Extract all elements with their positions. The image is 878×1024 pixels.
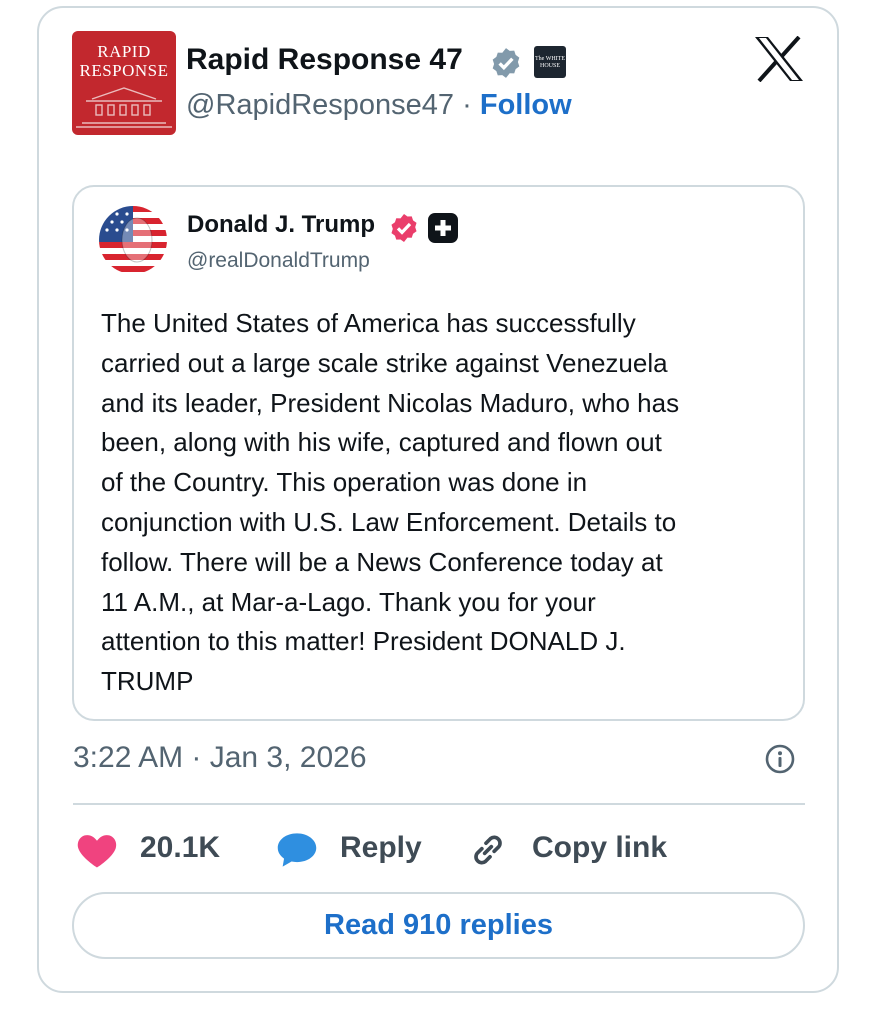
divider	[73, 803, 805, 805]
white-house-affiliation-badge[interactable]: The WHITE HOUSE	[534, 46, 566, 78]
info-icon[interactable]	[764, 743, 796, 775]
quoted-author-name[interactable]: Donald J. Trump	[187, 211, 375, 239]
read-replies-button[interactable]: Read 910 replies	[72, 892, 805, 959]
quoted-text-line: been, along with his wife, captured and …	[101, 427, 662, 458]
like-button[interactable]: 20.1K	[76, 826, 226, 872]
flag-portrait-image	[99, 206, 167, 274]
like-count: 20.1K	[140, 831, 221, 864]
follow-button[interactable]: Follow	[480, 89, 572, 121]
post-timestamp[interactable]: 3:22 AM · Jan 3, 2026	[73, 741, 367, 775]
author-handle[interactable]: @RapidResponse47	[186, 89, 454, 121]
heart-icon	[77, 835, 117, 868]
quoted-text-line: and its leader, President Nicolas Maduro…	[101, 387, 680, 418]
quoted-text-line: TRUMP	[101, 666, 194, 697]
quoted-text-line: conjunction with U.S. Law Enforcement. D…	[101, 506, 677, 537]
reply-button[interactable]: Reply	[276, 826, 426, 872]
quoted-author-avatar[interactable]	[99, 206, 167, 274]
white-house-illustration	[76, 87, 172, 128]
copy-link-button[interactable]: Copy link	[468, 826, 668, 872]
separator-dot: ·	[462, 89, 472, 121]
quoted-text-line: attention to this matter! President DONA…	[101, 626, 626, 657]
quoted-text-line: 11 A.M., at Mar-a-Lago. Thank you for yo…	[101, 586, 596, 617]
quoted-text-line: follow. There will be a News Conference …	[101, 546, 663, 577]
quoted-text-line: carried out a large scale strike against…	[101, 347, 668, 378]
quoted-text-line: of the Country. This operation was done …	[101, 467, 588, 498]
x-logo-icon[interactable]	[754, 36, 804, 82]
quoted-author-handle[interactable]: @realDonaldTrump	[187, 249, 370, 273]
author-avatar[interactable]: RAPID RESPONSE	[72, 31, 176, 135]
copy-link-label: Copy link	[532, 831, 668, 864]
quoted-verified-badge-icon	[391, 214, 417, 242]
speech-bubble-icon	[277, 833, 317, 867]
platform-plus-icon	[428, 213, 458, 243]
quoted-post-text: The United States of America has success…	[101, 304, 791, 702]
link-icon	[474, 835, 502, 865]
author-handle-line: @RapidResponse47 · Follow	[186, 89, 572, 122]
author-name[interactable]: Rapid Response 47	[186, 43, 463, 77]
affiliation-badge-text: The WHITE HOUSE	[534, 56, 566, 69]
quoted-text-line: The United States of America has success…	[101, 308, 636, 338]
reply-label: Reply	[340, 831, 422, 864]
verified-badge-icon	[492, 48, 520, 78]
